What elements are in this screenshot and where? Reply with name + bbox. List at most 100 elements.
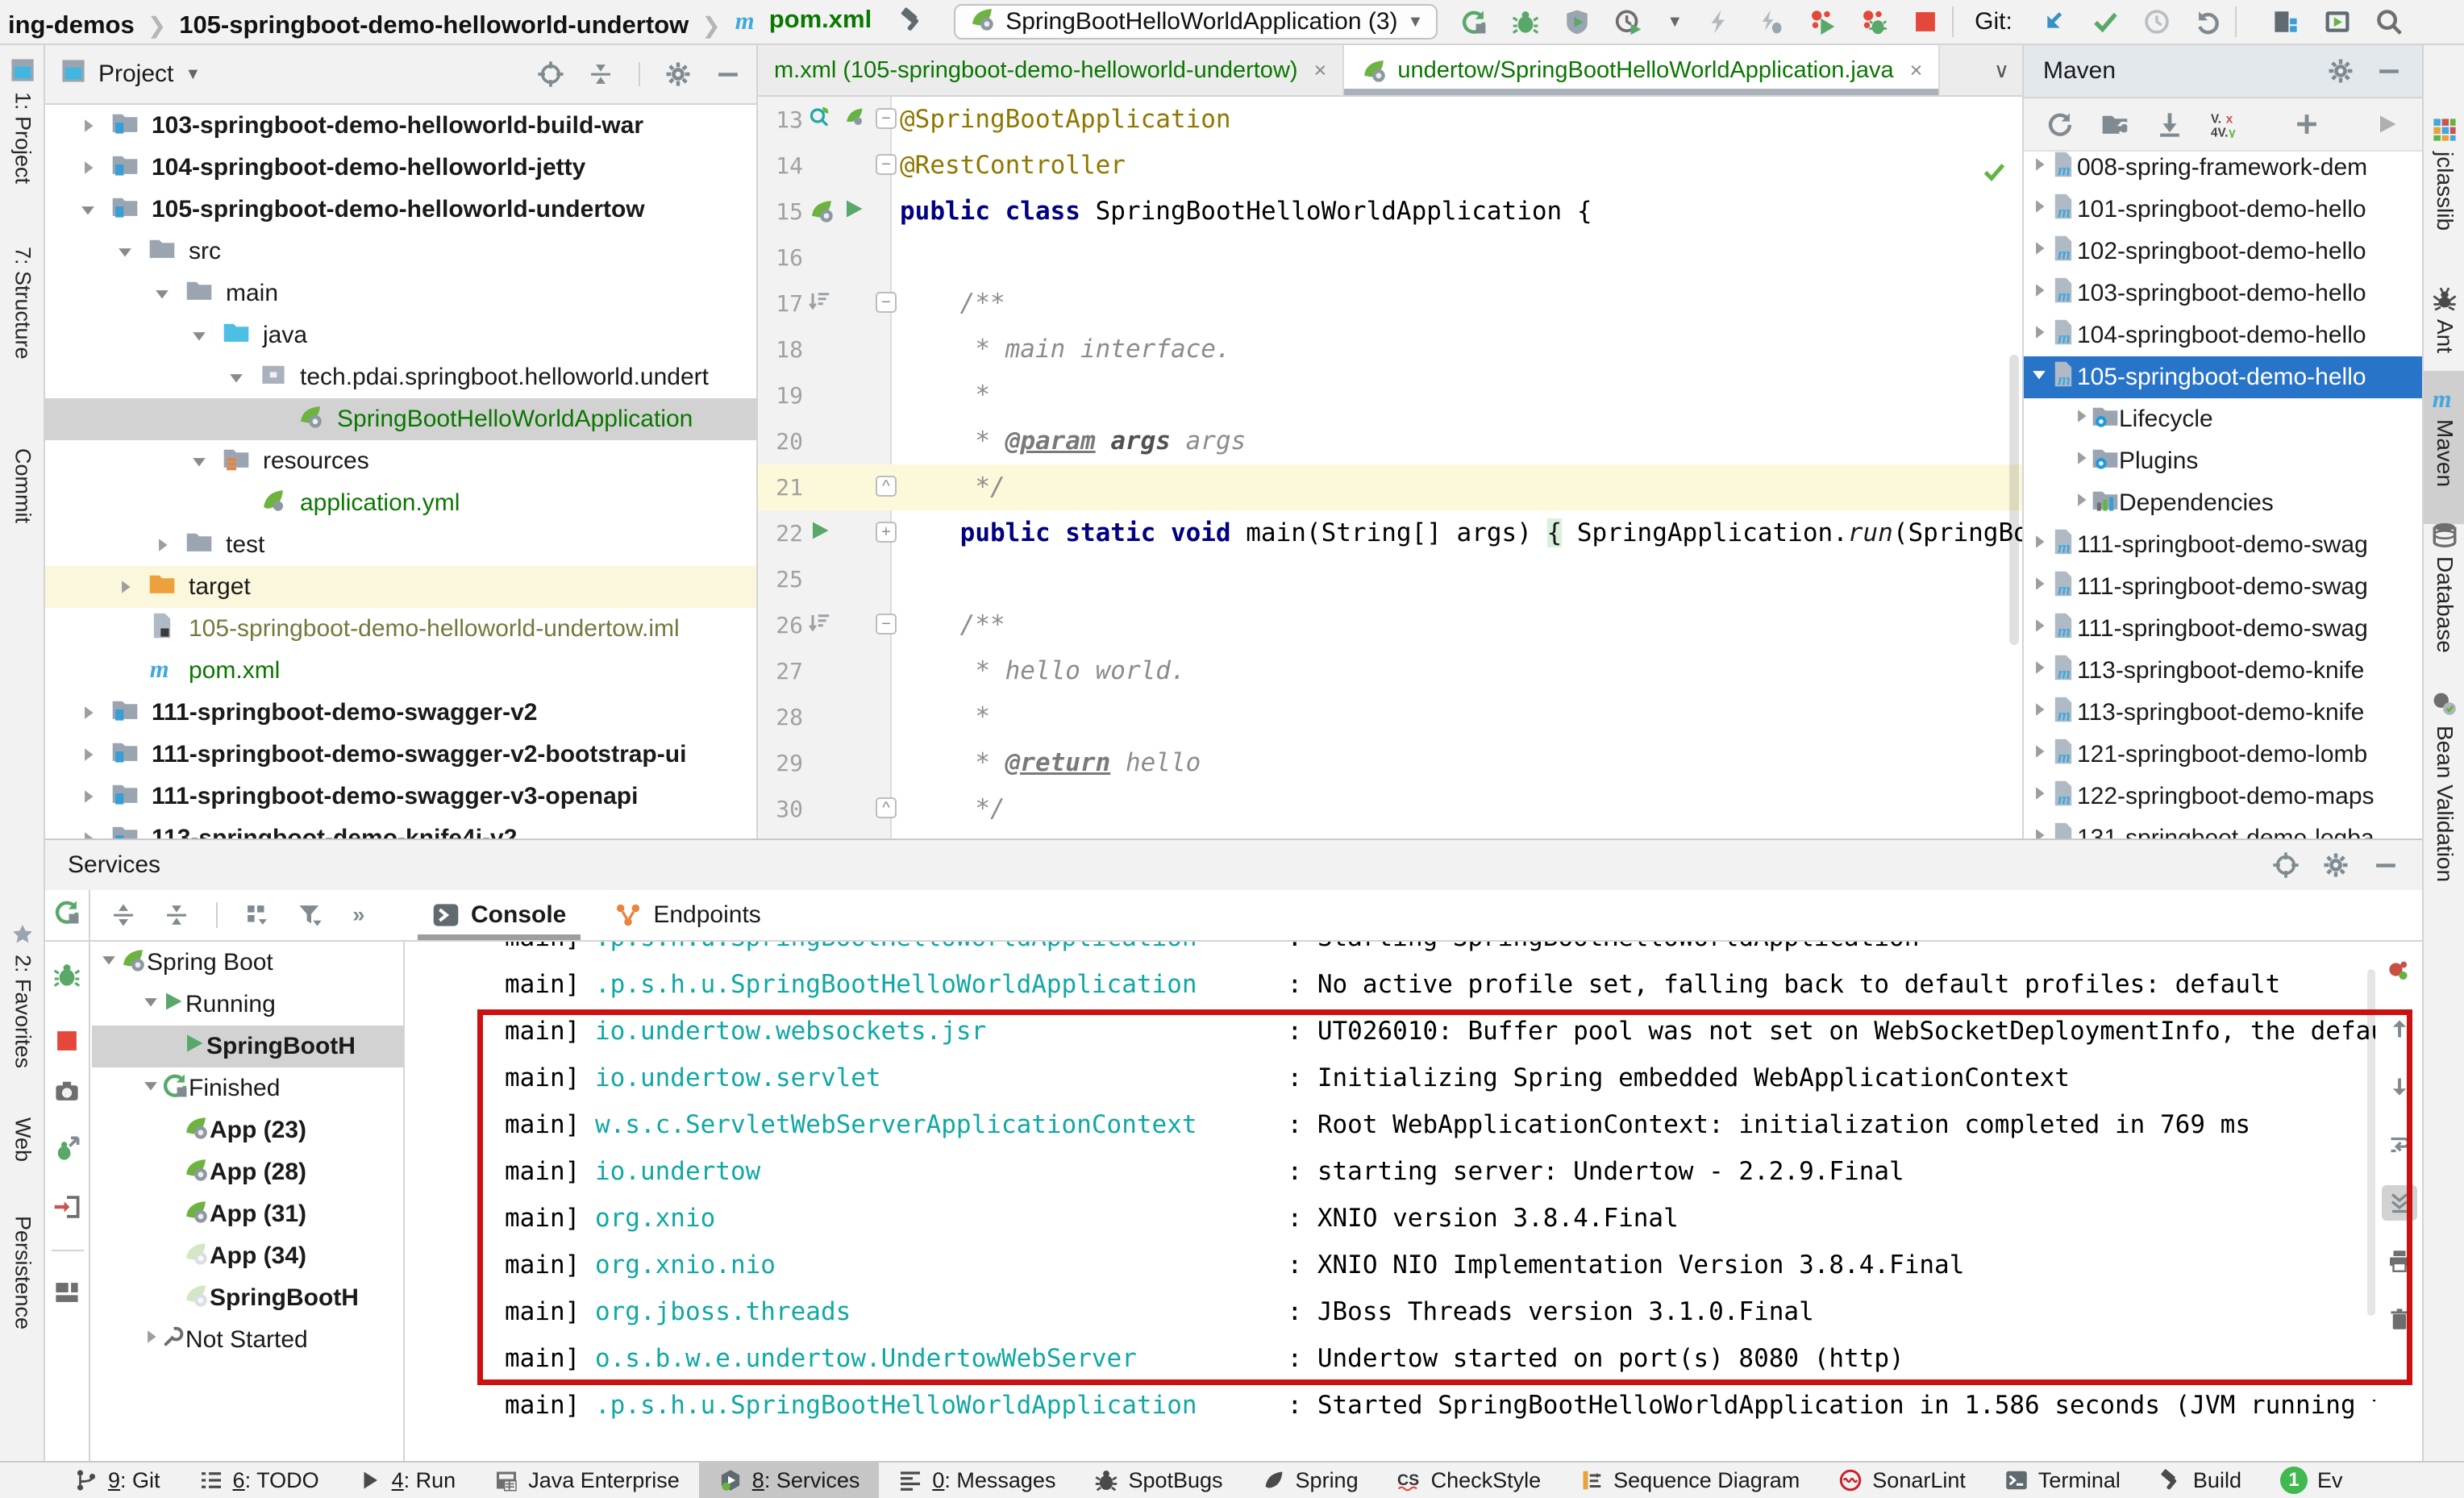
play-icon[interactable] xyxy=(808,518,832,543)
download-icon[interactable] xyxy=(2156,110,2183,138)
code-line[interactable]: 21 ^ */ xyxy=(758,464,2022,510)
fold-marker[interactable]: − xyxy=(876,292,897,313)
debug-bug-icon[interactable] xyxy=(53,961,81,992)
chevron-right-icon[interactable] xyxy=(150,535,174,556)
services-tree-item[interactable]: SpringBootH xyxy=(92,1026,403,1067)
code-line[interactable]: 17 − /** xyxy=(758,281,2022,327)
hammer-icon[interactable] xyxy=(899,6,926,34)
project-tree-item[interactable]: 113-springboot-demo-knife4j-v2 xyxy=(45,818,756,838)
chevron-right-icon[interactable] xyxy=(2029,783,2050,810)
chevron-right-icon[interactable] xyxy=(2029,238,2050,265)
editor-tab[interactable]: undertow/SpringBootHelloWorldApplication… xyxy=(1344,45,1940,95)
versions-icon[interactable]: V.x4V.y xyxy=(2211,110,2238,138)
project-tree-item[interactable]: 111-springboot-demo-swagger-v2 xyxy=(45,692,756,734)
project-tree-item[interactable]: java xyxy=(45,314,756,356)
gutter-spring2-icon[interactable] xyxy=(842,105,866,129)
code-line[interactable]: 30 ^ */ xyxy=(758,786,2022,832)
code-line[interactable]: 20 * @param args args xyxy=(758,418,2022,464)
maven-tree-item[interactable]: m113-springboot-demo-knife xyxy=(2024,650,2422,692)
close-icon[interactable]: × xyxy=(1910,58,1923,83)
maven-tree-item[interactable]: m111-springboot-demo-swag xyxy=(2024,608,2422,650)
project-tree-item[interactable]: resources xyxy=(45,440,756,482)
sync-folder-icon[interactable] xyxy=(2101,110,2129,138)
code-line[interactable]: 26 − /** xyxy=(758,602,2022,648)
toolwindow-button-commit[interactable]: Commit xyxy=(0,448,45,523)
fold-marker[interactable]: ^ xyxy=(876,476,897,497)
code-line[interactable]: 19 * xyxy=(758,372,2022,418)
collapse-all-icon[interactable] xyxy=(163,901,190,929)
stop-icon[interactable] xyxy=(1912,8,1939,35)
filter-icon[interactable] xyxy=(297,901,324,929)
chevron-right-icon[interactable] xyxy=(2029,615,2050,643)
structure-icon[interactable] xyxy=(2272,8,2300,35)
trash-icon[interactable] xyxy=(2382,1301,2417,1337)
statusbar-item-sonarlint[interactable]: SonarLint xyxy=(1819,1463,1985,1498)
project-tree-item[interactable]: src xyxy=(45,231,756,273)
fold-marker[interactable]: − xyxy=(876,108,897,129)
project-tree-item[interactable]: mpom.xml xyxy=(45,650,756,692)
editor-tab[interactable]: m.xml (105-springboot-demo-helloworld-un… xyxy=(758,45,1344,95)
chevron-right-icon[interactable] xyxy=(2029,657,2050,685)
maven-tree-item[interactable]: m105-springboot-demo-hello xyxy=(2024,356,2422,398)
close-icon[interactable]: × xyxy=(1314,58,1327,83)
cov-run-icon[interactable] xyxy=(1808,8,1836,35)
statusbar-item-java-enterprise[interactable]: Java Enterprise xyxy=(475,1463,699,1498)
chevron-right-icon[interactable] xyxy=(2029,196,2050,223)
soft-wrap-icon[interactable] xyxy=(2382,1127,2417,1163)
project-tree-item[interactable]: tech.pdai.springboot.helloworld.undert xyxy=(45,356,756,398)
toolwindow-button-web[interactable]: Web xyxy=(0,1117,45,1162)
code-line[interactable]: 25 xyxy=(758,556,2022,602)
chevron-down-white-icon[interactable] xyxy=(2029,364,2050,391)
console-output[interactable]: main] .p.s.h.u.SpringBootHelloWorldAppli… xyxy=(405,942,2375,1461)
rerun-icon[interactable] xyxy=(53,898,81,930)
project-tree-item[interactable]: application.yml xyxy=(45,482,756,524)
chevron-right-icon[interactable] xyxy=(76,786,100,807)
editor-scrollbar[interactable] xyxy=(2009,355,2019,645)
run-configuration-select[interactable]: SpringBootHelloWorldApplication (3) ▼ xyxy=(954,4,1438,40)
profiler-icon[interactable] xyxy=(1615,8,1642,35)
tab-list-dropdown-icon[interactable]: ∨ xyxy=(1994,58,2009,83)
maven-tree-item[interactable]: m121-springboot-demo-lomb xyxy=(2024,734,2422,776)
project-tree-item[interactable]: 111-springboot-demo-swagger-v3-openapi xyxy=(45,776,756,818)
services-tree-item[interactable]: App (23) xyxy=(92,1109,403,1151)
locate-icon[interactable] xyxy=(537,60,564,88)
statusbar-item-checkstyle[interactable]: CSCheckStyle xyxy=(1378,1463,1561,1498)
services-tree-item[interactable]: Finished xyxy=(92,1067,403,1109)
maven-tree-item[interactable]: Plugins xyxy=(2024,440,2422,482)
project-tree-item[interactable]: SpringBootHelloWorldApplication xyxy=(45,398,756,440)
arrow-up-icon[interactable] xyxy=(2382,1011,2417,1047)
statusbar-item-9-git[interactable]: 9: Git xyxy=(55,1463,180,1498)
collapse-all-icon[interactable] xyxy=(587,60,614,88)
play-icon[interactable] xyxy=(842,197,866,221)
spring-boot-icon[interactable] xyxy=(808,197,835,224)
project-tree-item[interactable]: test xyxy=(45,524,756,566)
chevron-down-icon[interactable] xyxy=(76,199,100,220)
toolwindow-button-bean-validation[interactable]: Bean Validation xyxy=(2424,690,2464,882)
maven-tree-item[interactable]: Dependencies xyxy=(2024,482,2422,524)
project-tree-item[interactable]: target xyxy=(45,566,756,608)
fold-marker[interactable]: + xyxy=(876,522,897,543)
toolwindow-button-persistence[interactable]: Persistence xyxy=(0,1216,45,1329)
chevron-down-icon[interactable] xyxy=(140,991,161,1018)
code-line[interactable]: @GetMapping("/hello") xyxy=(758,832,2022,838)
chevron-right-icon[interactable] xyxy=(2029,699,2050,726)
services-tree-item[interactable]: Running xyxy=(92,984,403,1026)
statusbar-item-sequence-diagram[interactable]: Sequence Diagram xyxy=(1560,1463,1819,1498)
code-line[interactable]: 29 * @return hello xyxy=(758,740,2022,786)
services-tree-item[interactable]: Not Started xyxy=(92,1319,403,1361)
camera-icon[interactable] xyxy=(53,1077,81,1109)
chevron-down-icon[interactable] xyxy=(224,367,248,388)
chevron-down-icon[interactable] xyxy=(187,325,211,346)
code-line[interactable]: 27 * hello world. xyxy=(758,648,2022,694)
chevron-right-icon[interactable] xyxy=(76,115,100,136)
coverage-icon[interactable] xyxy=(1563,8,1591,35)
chevron-down-icon[interactable] xyxy=(150,283,174,304)
maven-tree-item[interactable]: m111-springboot-demo-swag xyxy=(2024,524,2422,566)
chevron-down-icon[interactable] xyxy=(187,451,211,472)
rollback-icon[interactable] xyxy=(2195,8,2222,35)
project-tree-item[interactable]: main xyxy=(45,273,756,314)
history-icon[interactable] xyxy=(2143,8,2171,35)
hide-icon[interactable] xyxy=(2375,57,2403,85)
rerun-icon[interactable] xyxy=(1460,8,1488,35)
update-icon[interactable] xyxy=(2040,8,2067,35)
